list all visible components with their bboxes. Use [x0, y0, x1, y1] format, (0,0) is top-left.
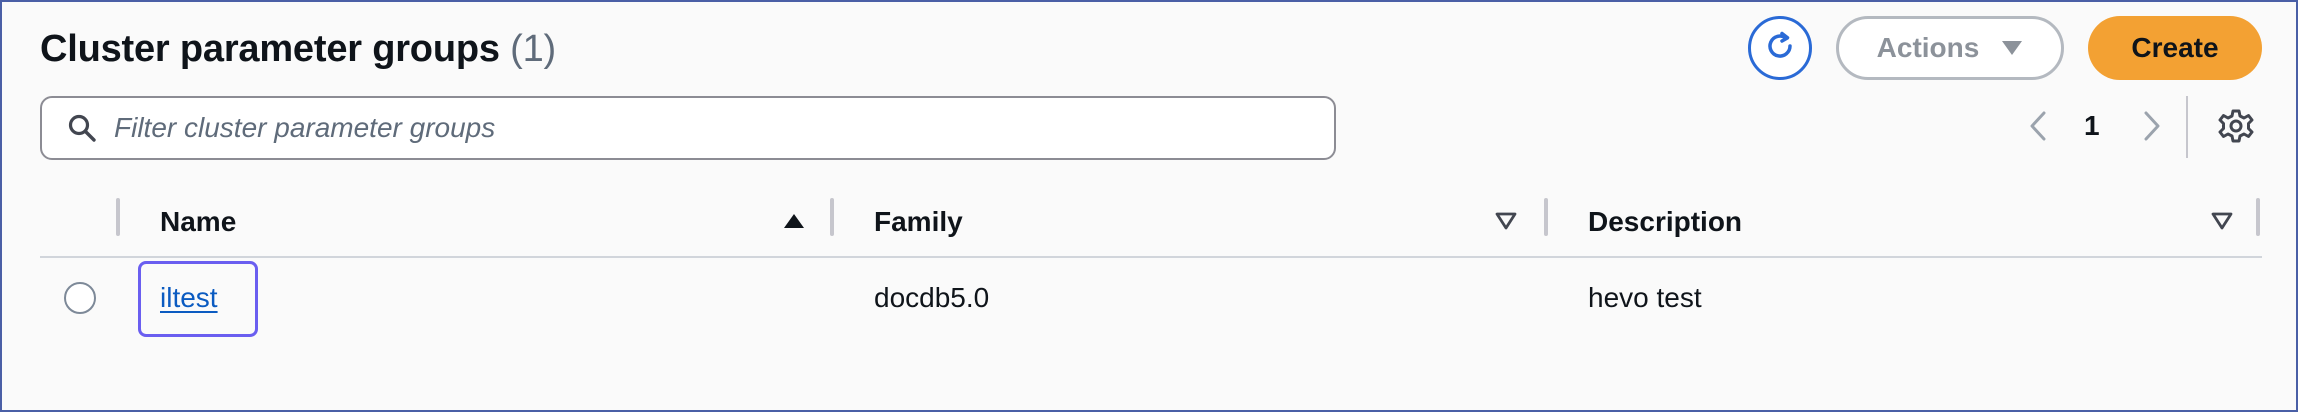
page-number[interactable]: 1 [2084, 110, 2100, 142]
search-field[interactable] [40, 96, 1336, 160]
parameter-group-name-link[interactable]: iltest [160, 282, 218, 314]
gear-icon [2218, 108, 2254, 149]
column-header-family[interactable]: Family [874, 206, 963, 238]
preferences-button[interactable] [2216, 108, 2256, 148]
actions-button[interactable]: Actions [1836, 16, 2064, 80]
description-cell: hevo test [1588, 282, 1702, 313]
search-input[interactable] [114, 112, 1214, 144]
search-icon [64, 110, 100, 146]
column-separator [116, 198, 120, 236]
app-frame: Cluster parameter groups (1) Actions Cre… [0, 0, 2298, 412]
column-header-description[interactable]: Description [1588, 206, 1742, 238]
column-header-name[interactable]: Name [160, 206, 236, 238]
row-select-radio[interactable] [64, 282, 96, 314]
table-row[interactable]: iltest docdb5.0 hevo test [40, 258, 2262, 338]
sort-descending-outline-icon[interactable] [2210, 210, 2234, 232]
toolbar-divider [2186, 96, 2188, 158]
actions-label: Actions [1876, 32, 1980, 63]
page-title-text: Cluster parameter groups [40, 28, 500, 70]
page-title: Cluster parameter groups (1) [40, 28, 556, 71]
column-separator[interactable] [830, 198, 834, 236]
column-separator[interactable] [1544, 198, 1548, 236]
previous-page-button[interactable] [2024, 108, 2052, 148]
refresh-icon [1762, 28, 1798, 69]
column-separator[interactable] [2256, 198, 2260, 236]
sort-ascending-icon[interactable] [782, 210, 806, 232]
chevron-left-icon [2028, 110, 2048, 147]
item-count: (1) [510, 28, 556, 70]
table-header: Name Family Description [40, 198, 2262, 256]
next-page-button[interactable] [2138, 108, 2166, 148]
create-button[interactable]: Create [2088, 16, 2262, 80]
refresh-button[interactable] [1748, 16, 1812, 80]
family-cell: docdb5.0 [874, 282, 990, 313]
chevron-right-icon [2142, 110, 2162, 147]
sort-descending-outline-icon[interactable] [1494, 210, 1518, 232]
caret-down-icon [2001, 32, 2023, 64]
